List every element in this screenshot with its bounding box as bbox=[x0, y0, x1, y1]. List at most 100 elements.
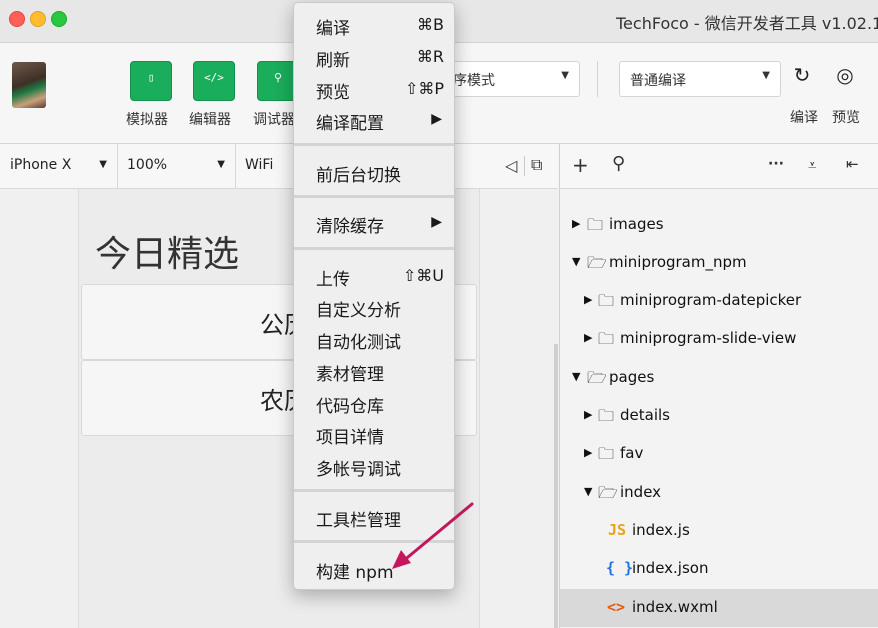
simulator-area: 今日精选 公历 农历 bbox=[0, 189, 558, 628]
folder-icon: 🗀 bbox=[598, 406, 615, 425]
compile-label[interactable]: 编译 bbox=[790, 107, 818, 127]
tree-node-miniprogram-slide-view[interactable]: ▶ 🗀 miniprogram-slide-view bbox=[560, 320, 878, 358]
menu-item-preview[interactable]: 预览 ⇧⌘P bbox=[294, 73, 454, 105]
mode-select[interactable]: 序模式 ▼ bbox=[446, 61, 580, 97]
menu-item-shortcut: ⌘B bbox=[417, 15, 444, 34]
menu-item-build-npm[interactable]: 构建 npm bbox=[294, 553, 454, 585]
json-file-icon: { } bbox=[606, 559, 634, 577]
menu-item-automation-test[interactable]: 自动化测试 bbox=[294, 323, 454, 355]
collapse-panel-icon[interactable]: ⇤ bbox=[846, 155, 859, 173]
tools-dropdown-menu: 编译 ⌘B 刷新 ⌘R 预览 ⇧⌘P 编译配置 ▶ 前后台切换 清除缓存 ▶ 上… bbox=[293, 2, 455, 590]
menu-item-label: 项目详情 bbox=[316, 428, 384, 448]
eye-icon[interactable]: ◎ bbox=[831, 63, 859, 93]
menu-item-code-repository[interactable]: 代码仓库 bbox=[294, 387, 454, 419]
menu-item-toolbar-management[interactable]: 工具栏管理 bbox=[294, 501, 454, 533]
menu-item-label: 预览 bbox=[316, 83, 350, 103]
menu-item-refresh[interactable]: 刷新 ⌘R bbox=[294, 41, 454, 73]
menu-item-upload[interactable]: 上传 ⇧⌘U bbox=[294, 260, 454, 292]
chevron-right-icon[interactable]: ▶ bbox=[584, 408, 592, 421]
tree-node-label: details bbox=[620, 406, 670, 424]
tree-node-index-wxml[interactable]: <> index.wxml bbox=[560, 589, 878, 627]
tree-node-label: index bbox=[620, 483, 662, 501]
sort-icon[interactable]: ⩡ bbox=[808, 156, 816, 174]
tree-node-label: index.json bbox=[632, 559, 709, 577]
simulator-device-bar: iPhone X ▼ 100% ▼ WiFi ◁ ⧉ bbox=[0, 144, 558, 189]
menu-item-project-details[interactable]: 项目详情 bbox=[294, 418, 454, 450]
tree-node-fav[interactable]: ▶ 🗀 fav bbox=[560, 435, 878, 473]
menu-item-multi-account-debug[interactable]: 多帐号调试 bbox=[294, 450, 454, 482]
compile-mode-select[interactable]: 普通编译 ▼ bbox=[619, 61, 781, 97]
zoom-window-button[interactable] bbox=[51, 11, 67, 27]
zoom-value: 100% bbox=[127, 157, 168, 173]
menu-item-compile-config[interactable]: 编译配置 ▶ bbox=[294, 104, 454, 136]
network-select[interactable]: WiFi bbox=[235, 144, 295, 188]
user-avatar[interactable] bbox=[12, 62, 46, 108]
menu-item-asset-management[interactable]: 素材管理 bbox=[294, 355, 454, 387]
tree-node-index-json[interactable]: { } index.json bbox=[560, 550, 878, 588]
menu-item-label: 前后台切换 bbox=[316, 166, 401, 186]
window-title: TechFoco - 微信开发者工具 v1.02.1809111 bbox=[616, 14, 878, 33]
tree-node-details[interactable]: ▶ 🗀 details bbox=[560, 397, 878, 435]
debugger-label: 调试器 bbox=[253, 112, 295, 128]
tree-node-index-folder[interactable]: ▼ 🗁 index bbox=[560, 474, 878, 512]
phone-icon: ▯ bbox=[147, 71, 155, 84]
page-title: 今日精选 bbox=[95, 234, 240, 275]
chevron-down-icon: ▼ bbox=[762, 70, 770, 81]
menu-item-shortcut: ⇧⌘P bbox=[404, 79, 444, 98]
preview-label[interactable]: 预览 bbox=[832, 107, 860, 127]
tree-node-pages[interactable]: ▼ 🗁 pages bbox=[560, 359, 878, 397]
debug-icon: ⚲ bbox=[273, 71, 283, 84]
menu-item-custom-analysis[interactable]: 自定义分析 bbox=[294, 291, 454, 323]
devtools-window: TechFoco - 微信开发者工具 v1.02.1809111 ▯ 模拟器 <… bbox=[0, 0, 878, 628]
menu-item-label: 构建 npm bbox=[316, 563, 394, 583]
chevron-down-icon: ▼ bbox=[217, 159, 225, 170]
menu-item-label: 编译 bbox=[316, 19, 350, 39]
chevron-down-icon: ▼ bbox=[561, 70, 569, 81]
devbar-divider bbox=[524, 156, 525, 176]
editor-label: 编辑器 bbox=[189, 112, 231, 128]
menu-separator bbox=[294, 540, 454, 543]
refresh-icon[interactable]: ↻ bbox=[789, 63, 815, 93]
tree-node-miniprogram-datepicker[interactable]: ▶ 🗀 miniprogram-datepicker bbox=[560, 282, 878, 320]
detach-window-icon[interactable]: ⧉ bbox=[531, 155, 542, 175]
tree-node-images[interactable]: ▶ 🗀 images bbox=[560, 206, 878, 244]
submenu-arrow-icon: ▶ bbox=[431, 111, 442, 127]
minimize-window-button[interactable] bbox=[30, 11, 46, 27]
menu-item-label: 清除缓存 bbox=[316, 217, 384, 237]
close-window-button[interactable] bbox=[9, 11, 25, 27]
folder-open-icon: 🗁 bbox=[587, 253, 607, 272]
menu-item-label: 刷新 bbox=[316, 51, 350, 71]
menu-item-clear-cache[interactable]: 清除缓存 ▶ bbox=[294, 207, 454, 239]
editor-button-square[interactable]: </> bbox=[193, 61, 235, 101]
folder-icon: 🗀 bbox=[598, 291, 615, 310]
tree-node-label: miniprogram_npm bbox=[609, 253, 747, 271]
zoom-select[interactable]: 100% ▼ bbox=[117, 144, 236, 188]
tree-node-label: pages bbox=[609, 368, 655, 386]
editor-button[interactable]: </> 编辑器 bbox=[189, 61, 235, 133]
chevron-down-icon[interactable]: ▼ bbox=[572, 255, 580, 268]
simulator-button[interactable]: ▯ 模拟器 bbox=[126, 61, 172, 133]
simulator-scrollbar[interactable] bbox=[554, 344, 558, 628]
sound-icon[interactable]: ◁ bbox=[505, 156, 517, 175]
simulator-button-square[interactable]: ▯ bbox=[130, 61, 172, 101]
menu-item-label: 工具栏管理 bbox=[316, 511, 401, 531]
wxml-file-icon: <> bbox=[607, 598, 626, 616]
device-select[interactable]: iPhone X ▼ bbox=[0, 144, 118, 188]
tree-node-index-js[interactable]: JS index.js bbox=[560, 512, 878, 550]
simulator-label: 模拟器 bbox=[126, 112, 168, 128]
chevron-right-icon[interactable]: ▶ bbox=[584, 446, 592, 459]
menu-item-foreground-background-switch[interactable]: 前后台切换 bbox=[294, 156, 454, 188]
chevron-right-icon[interactable]: ▶ bbox=[572, 217, 580, 230]
chevron-down-icon[interactable]: ▼ bbox=[572, 370, 580, 383]
menu-item-label: 多帐号调试 bbox=[316, 460, 401, 480]
chevron-right-icon[interactable]: ▶ bbox=[584, 293, 592, 306]
chevron-right-icon[interactable]: ▶ bbox=[584, 331, 592, 344]
tree-node-label: index.js bbox=[632, 521, 690, 539]
search-icon[interactable]: ⚲ bbox=[612, 153, 625, 174]
tree-node-miniprogram-npm[interactable]: ▼ 🗁 miniprogram_npm bbox=[560, 244, 878, 282]
menu-item-compile[interactable]: 编译 ⌘B bbox=[294, 9, 454, 41]
more-icon[interactable]: ··· bbox=[768, 156, 784, 172]
chevron-down-icon[interactable]: ▼ bbox=[584, 485, 592, 498]
add-file-icon[interactable]: + bbox=[572, 153, 589, 177]
menu-item-shortcut: ⇧⌘U bbox=[402, 266, 444, 285]
